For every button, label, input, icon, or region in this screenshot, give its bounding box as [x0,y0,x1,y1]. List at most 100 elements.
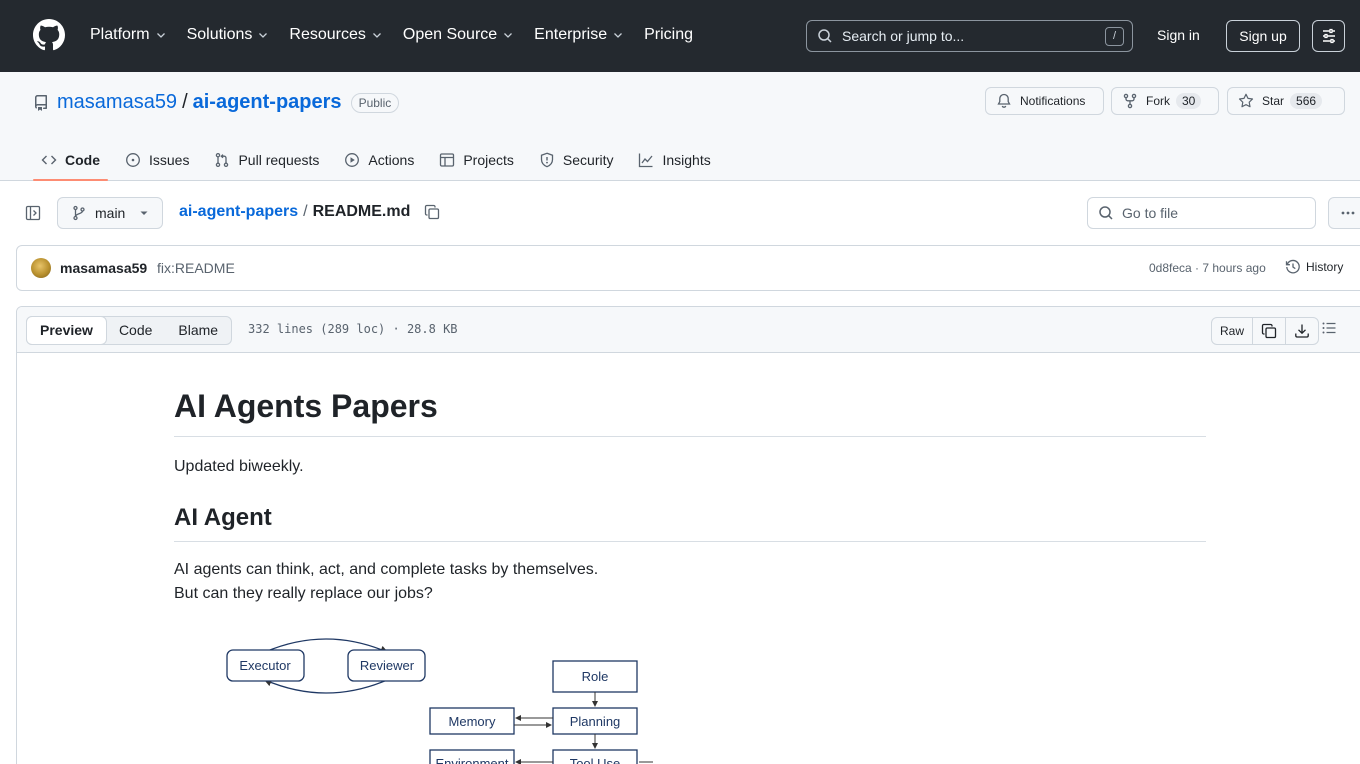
expand-file-tree-button[interactable] [21,201,45,225]
more-options-button[interactable] [1328,197,1360,229]
tab-label: Insights [662,152,711,168]
raw-button[interactable]: Raw [1212,318,1254,344]
tool-use-label: Tool Use [570,756,621,764]
global-menu-button[interactable] [1312,20,1345,52]
github-logo-icon[interactable] [33,19,65,51]
history-label: History [1306,260,1344,274]
repo-icon [35,94,47,111]
history-button[interactable]: History [1285,259,1343,275]
commit-author-link[interactable]: masamasa59 [60,260,147,276]
go-to-file-input[interactable]: Go to file [1087,197,1316,229]
visibility-badge: Public [350,92,400,113]
play-icon [345,153,360,167]
repo-header: masamasa59 / ai-agent-papers Public Noti… [0,72,1360,181]
readme-paragraph-intro: AI agents can think, act, and complete t… [174,558,1206,606]
issue-opened-icon [126,153,140,167]
nav-pricing[interactable]: Pricing [644,26,693,44]
readme-content: AI Agents Papers Updated biweekly. AI Ag… [174,353,1206,606]
fork-button[interactable]: Fork 30 [1111,87,1219,115]
history-icon [1285,259,1300,274]
sign-in-link[interactable]: Sign in [1157,27,1200,43]
environment-box: Environment [429,749,515,764]
nav-enterprise[interactable]: Enterprise [534,26,624,44]
kebab-horizontal-icon [1341,211,1355,215]
nav-platform[interactable]: Platform [90,26,167,44]
file-viewer-header: Preview Code Blame 332 lines (289 loc) ·… [17,307,1360,353]
memory-label: Memory [449,714,496,729]
global-search-input[interactable]: Search or jump to... / [806,20,1133,52]
caret-down-icon [140,211,148,215]
star-count: 566 [1290,93,1323,109]
tab-actions[interactable]: Actions [336,140,422,180]
sign-up-button[interactable]: Sign up [1226,20,1300,52]
notifications-button[interactable]: Notifications [985,87,1104,115]
go-to-file-placeholder: Go to file [1122,205,1179,221]
copy-raw-button[interactable] [1253,318,1287,344]
nav-label: Pricing [644,26,693,43]
latest-commit: masamasa59 fix:README 0d8feca · 7 hours … [16,245,1360,291]
tab-pull-requests[interactable]: Pull requests [206,140,327,180]
role-box: Role [552,660,638,693]
intro-line-1: AI agents can think, act, and complete t… [174,561,599,578]
memory-box: Memory [429,707,515,735]
environment-label: Environment [436,756,509,764]
nav-open-source[interactable]: Open Source [403,26,514,44]
star-button[interactable]: Star 566 [1227,87,1345,115]
role-label: Role [582,669,609,684]
raw-label: Raw [1220,324,1245,338]
breadcrumb-repo-link[interactable]: ai-agent-papers [179,203,298,221]
tab-label: Actions [368,152,415,168]
nav-solutions[interactable]: Solutions [187,26,270,44]
commit-sha-time[interactable]: 0d8feca · 7 hours ago [1149,261,1266,275]
tab-label: Issues [149,152,190,168]
breadcrumb: ai-agent-papers / README.md [179,203,440,221]
branch-selector[interactable]: main [57,197,163,229]
nav-label: Resources [289,26,366,43]
tab-label: Pull requests [238,152,320,168]
view-mode-segmented-control: Preview Code Blame [26,316,233,345]
view-mode-blame[interactable]: Blame [165,317,231,344]
search-placeholder: Search or jump to... [842,28,965,44]
tab-label: Code [65,152,100,168]
commit-message-link[interactable]: fix:README [157,260,235,276]
star-label: Star [1262,94,1285,108]
fork-icon [1123,93,1137,109]
sliders-icon [1322,28,1335,44]
view-mode-preview[interactable]: Preview [26,316,107,345]
tab-security[interactable]: Security [531,140,622,180]
readme-heading-1: AI Agents Papers [174,353,1206,437]
global-header: Platform Solutions Resources Open Source… [0,0,1360,72]
tab-code[interactable]: Code [33,140,108,181]
nav-label: Solutions [186,26,253,43]
tab-insights[interactable]: Insights [630,140,718,180]
outline-button[interactable] [1321,320,1337,336]
top-nav: Platform Solutions Resources Open Source… [90,24,713,46]
chevron-down-icon [372,33,381,38]
git-branch-icon [73,205,85,221]
nav-label: Platform [90,26,150,43]
download-icon [1295,324,1309,338]
nav-resources[interactable]: Resources [289,26,382,44]
repo-title-separator: / [182,91,188,113]
search-icon [1099,206,1113,220]
repo-name-link[interactable]: ai-agent-papers [193,91,342,114]
search-icon [818,29,832,43]
bell-icon [997,93,1011,108]
agent-architecture-diagram: Executor Reviewer Role Planning Memory T… [209,630,669,764]
list-unordered-icon [1322,322,1336,334]
tab-projects[interactable]: Projects [431,140,522,180]
tab-issues[interactable]: Issues [117,140,197,180]
chevron-down-icon [156,33,165,38]
download-button[interactable] [1286,318,1318,344]
view-mode-code[interactable]: Code [106,317,165,344]
table-icon [440,153,455,167]
chevron-down-icon [259,33,268,38]
repo-owner-link[interactable]: masamasa59 [57,91,177,114]
readme-paragraph-updated: Updated biweekly. [174,458,304,475]
readme-heading-ai-agent: AI Agent [174,503,1206,542]
copy-icon[interactable] [424,204,440,220]
fork-label: Fork [1146,94,1170,108]
avatar[interactable] [31,258,51,278]
repo-tabs: Code Issues Pull requests Actions Projec… [33,140,728,181]
sidebar-expand-icon [25,205,41,221]
